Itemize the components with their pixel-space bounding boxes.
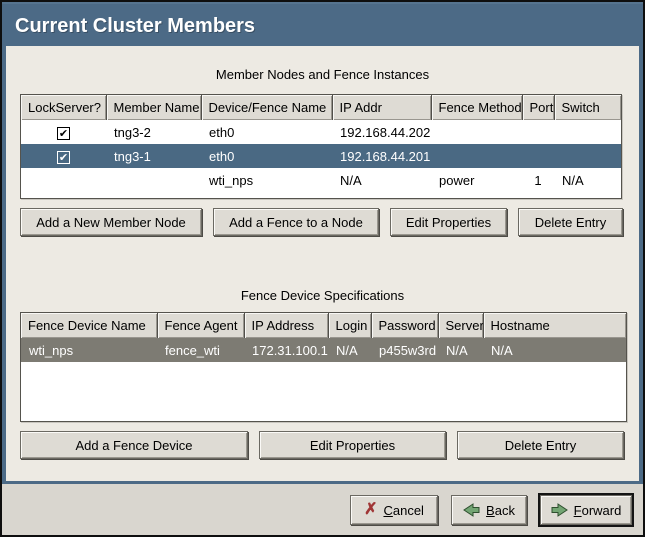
column-header[interactable]: Switch: [554, 95, 621, 120]
table-cell: fence_wti: [157, 338, 244, 362]
table-cell: 192.168.44.201: [332, 144, 431, 168]
table-cell: wti_nps: [21, 338, 157, 362]
table-cell: tng3-2: [106, 120, 201, 144]
column-header[interactable]: Password: [371, 313, 438, 338]
forward-button[interactable]: Forward: [540, 495, 632, 525]
add-fence-to-node-button[interactable]: Add a Fence to a Node: [213, 208, 379, 236]
member-edit-properties-button[interactable]: Edit Properties: [390, 208, 507, 236]
lockserver-checkbox-checked-icon[interactable]: ✔: [57, 151, 70, 164]
add-fence-device-button[interactable]: Add a Fence Device: [20, 431, 248, 459]
table-cell: [431, 120, 522, 144]
member-delete-entry-button[interactable]: Delete Entry: [518, 208, 623, 236]
cancel-x-icon: ✗: [364, 502, 377, 518]
fence-devices-table: Fence Device NameFence AgentIP AddressLo…: [20, 312, 627, 422]
table-cell: tng3-1: [106, 144, 201, 168]
column-header[interactable]: IP Address: [244, 313, 328, 338]
arrow-left-icon: [463, 503, 480, 517]
table-cell: N/A: [438, 338, 483, 362]
table-cell: p455w3rd: [371, 338, 438, 362]
member-actions: Add a New Member Node Add a Fence to a N…: [20, 208, 639, 236]
back-button[interactable]: Back: [451, 495, 527, 525]
table-cell: [522, 144, 554, 168]
column-header[interactable]: LockServer?: [21, 95, 106, 120]
column-header[interactable]: IP Addr: [332, 95, 431, 120]
table-cell: wti_nps: [201, 168, 332, 192]
cancel-button[interactable]: ✗ Cancel: [350, 495, 438, 525]
column-header[interactable]: Fence Method: [431, 95, 522, 120]
fence-actions: Add a Fence Device Edit Properties Delet…: [20, 431, 639, 459]
table-cell: N/A: [328, 338, 371, 362]
column-header[interactable]: Device/Fence Name: [201, 95, 332, 120]
table-cell: eth0: [201, 144, 332, 168]
page-title: Current Cluster Members: [2, 2, 643, 46]
table-row[interactable]: wti_npsN/Apower1N/A: [21, 168, 621, 192]
table-cell: N/A: [332, 168, 431, 192]
table-cell: ✔: [21, 120, 106, 144]
column-header[interactable]: Hostname: [483, 313, 626, 338]
table-cell: [554, 120, 621, 144]
member-table-header-row: LockServer?Member NameDevice/Fence NameI…: [21, 95, 621, 120]
table-cell: [21, 168, 106, 192]
lockserver-checkbox-checked-icon[interactable]: ✔: [57, 127, 70, 140]
table-cell: 192.168.44.202: [332, 120, 431, 144]
cancel-label: Cancel: [383, 503, 423, 518]
add-member-node-button[interactable]: Add a New Member Node: [20, 208, 202, 236]
wizard-button-bar: ✗ Cancel Back Forward: [2, 484, 643, 535]
column-header[interactable]: Server: [438, 313, 483, 338]
table-cell: N/A: [554, 168, 621, 192]
table-cell: 1: [522, 168, 554, 192]
forward-label: Forward: [574, 503, 622, 518]
arrow-right-icon: [551, 503, 568, 517]
content-area: Member Nodes and Fence Instances LockSer…: [2, 46, 643, 484]
back-label: Back: [486, 503, 515, 518]
table-row[interactable]: wti_npsfence_wti172.31.100.1N/Ap455w3rdN…: [21, 338, 626, 362]
fence-section-label: Fence Device Specifications: [6, 288, 639, 303]
table-cell: ✔: [21, 144, 106, 168]
member-nodes-table: LockServer?Member NameDevice/Fence NameI…: [20, 94, 622, 199]
table-cell: power: [431, 168, 522, 192]
fence-delete-entry-button[interactable]: Delete Entry: [457, 431, 624, 459]
column-header[interactable]: Fence Device Name: [21, 313, 157, 338]
column-header[interactable]: Member Name: [106, 95, 201, 120]
table-cell: eth0: [201, 120, 332, 144]
column-header[interactable]: Login: [328, 313, 371, 338]
column-header[interactable]: Port: [522, 95, 554, 120]
table-cell: N/A: [483, 338, 626, 362]
table-row[interactable]: ✔ tng3-2eth0192.168.44.202: [21, 120, 621, 144]
members-section-label: Member Nodes and Fence Instances: [6, 67, 639, 82]
table-cell: 172.31.100.1: [244, 338, 328, 362]
column-header[interactable]: Fence Agent: [157, 313, 244, 338]
wizard-window: Current Cluster Members Member Nodes and…: [0, 0, 645, 537]
table-row[interactable]: ✔ tng3-1eth0192.168.44.201: [21, 144, 621, 168]
table-cell: [554, 144, 621, 168]
fence-table-header-row: Fence Device NameFence AgentIP AddressLo…: [21, 313, 626, 338]
fence-edit-properties-button[interactable]: Edit Properties: [259, 431, 446, 459]
table-cell: [522, 120, 554, 144]
table-cell: [431, 144, 522, 168]
table-cell: [106, 168, 201, 192]
